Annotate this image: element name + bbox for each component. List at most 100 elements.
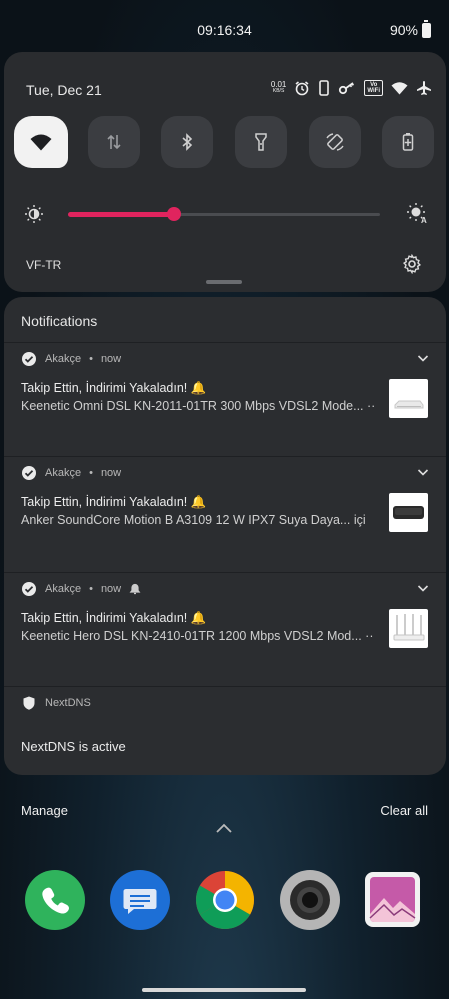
wifi-icon [30, 134, 52, 151]
brightness-slider-thumb[interactable] [167, 207, 181, 221]
tile-mobile-data[interactable] [88, 116, 140, 168]
more-dots: ·· [367, 399, 376, 413]
product-thumbnail-router [389, 609, 428, 648]
flashlight-icon [255, 133, 267, 151]
notification-akakce-1[interactable]: Akakçe • now Takip Ettin, İndirimi Yakal… [4, 343, 446, 456]
notification-title: Takip Ettin, İndirimi Yakaladın! 🔔 [21, 495, 207, 509]
vowifi-bottom: WiFi [367, 88, 380, 94]
router-image [394, 400, 424, 409]
messages-app-icon[interactable] [110, 870, 170, 930]
notification-akakce-2[interactable]: Akakçe • now Takip Ettin, İndirimi Yakal… [4, 457, 446, 572]
more-dots: ·· [365, 629, 374, 643]
expand-chevron-icon[interactable] [416, 581, 430, 595]
brightness-slider-fill [68, 212, 174, 217]
chrome-logo-icon [196, 871, 254, 929]
vibrate-phone-icon [319, 80, 330, 96]
mobile-data-icon [107, 134, 121, 150]
separator: • [89, 353, 93, 365]
check-circle-icon [22, 582, 36, 596]
battery-indicator: 90% [389, 19, 431, 38]
notification-body: Keenetic Hero DSL KN-2410-01TR 1200 Mbps… [21, 629, 362, 643]
notifications-header: Notifications [21, 313, 98, 329]
tile-flashlight[interactable] [235, 116, 287, 168]
tile-battery-saver[interactable] [382, 116, 434, 168]
alert-bell-icon [129, 583, 141, 595]
airplane-icon [417, 81, 431, 95]
brightness-row: A [24, 202, 428, 224]
product-thumbnail-router [389, 379, 428, 418]
notification-body: Anker SoundCore Motion B A3109 12 W IPX7… [21, 513, 351, 527]
separator: • [89, 583, 93, 595]
notification-title: NextDNS is active [21, 739, 126, 754]
gesture-navigation-bar[interactable] [142, 988, 306, 992]
check-circle-icon [22, 352, 36, 366]
notification-panel: Notifications Akakçe • now Takip Ettin, … [4, 297, 446, 775]
tile-bluetooth[interactable] [161, 116, 213, 168]
notification-text: Keenetic Hero DSL KN-2410-01TR 1200 Mbps… [21, 629, 377, 643]
status-bar: 09:16:34 90% [0, 0, 449, 52]
shield-icon [23, 696, 35, 710]
auto-brightness-icon[interactable]: A [406, 202, 428, 224]
notification-title: Takip Ettin, İndirimi Yakaladın! 🔔 [21, 381, 207, 395]
battery-percent: 90% [389, 22, 418, 38]
date-label: Tue, Dec 21 [26, 82, 102, 98]
phone-handset-icon [42, 887, 69, 914]
notification-time: now [100, 583, 122, 595]
notification-header: Akakçe • now [21, 581, 141, 597]
tile-wifi[interactable] [14, 116, 68, 168]
app-name: Akakçe [45, 353, 82, 365]
status-icons: 0.01 KB/S Vo WiFi [271, 80, 432, 96]
gallery-picture-icon [369, 877, 416, 922]
drag-handle[interactable] [206, 280, 242, 284]
auto-rotate-icon [326, 133, 344, 151]
manage-button[interactable]: Manage [21, 803, 68, 818]
message-bubble-icon [123, 889, 157, 914]
product-thumbnail-speaker [389, 493, 428, 532]
wifi-icon [391, 82, 408, 95]
separator: • [89, 467, 93, 479]
expand-chevron-icon[interactable] [416, 465, 430, 479]
network-speed-unit: KB/S [272, 88, 285, 94]
notification-akakce-3[interactable]: Akakçe • now Takip Ettin, İndirimi Yakal… [4, 573, 446, 686]
expand-chevron-icon[interactable] [416, 351, 430, 365]
app-name: Akakçe [45, 467, 82, 479]
notification-time: now [100, 353, 122, 365]
more-dots: içi [353, 513, 366, 527]
notification-body: Keenetic Omni DSL KN-2011-01TR 300 Mbps … [21, 399, 364, 413]
check-circle-icon [22, 466, 36, 480]
notification-title: Takip Ettin, İndirimi Yakaladın! 🔔 [21, 611, 207, 625]
chevron-up-icon[interactable] [214, 822, 234, 836]
camera-lens-icon [290, 880, 330, 920]
chrome-app-icon[interactable] [195, 870, 255, 930]
vowifi-icon: Vo WiFi [364, 80, 383, 96]
bluetooth-icon [182, 133, 193, 151]
speaker-image [393, 506, 424, 519]
router-image [393, 614, 425, 641]
svg-text:A: A [421, 216, 427, 224]
network-speed-value: 0.01 [270, 80, 287, 89]
clock: 09:16:34 [197, 22, 252, 38]
battery-saver-icon [402, 133, 414, 151]
vpn-key-icon [339, 82, 355, 95]
app-name: Akakçe [45, 583, 82, 595]
camera-app-icon[interactable] [280, 870, 340, 930]
notification-header: Akakçe • now [21, 351, 121, 367]
network-speed-icon: 0.01 KB/S [271, 81, 287, 95]
notification-nextdns[interactable]: NextDNS NextDNS is active [4, 687, 446, 775]
notification-text: Anker SoundCore Motion B A3109 12 W IPX7… [21, 513, 377, 527]
app-dock [0, 870, 449, 934]
phone-app-icon[interactable] [25, 870, 85, 930]
notification-header: Akakçe • now [21, 465, 121, 481]
clear-all-button[interactable]: Clear all [380, 803, 428, 818]
app-name: NextDNS [45, 697, 91, 709]
gallery-app-icon[interactable] [365, 872, 420, 927]
settings-gear-icon[interactable] [402, 254, 422, 274]
alarm-icon [295, 81, 309, 96]
carrier-label: VF-TR [26, 258, 62, 272]
notification-time: now [100, 467, 122, 479]
battery-icon [422, 19, 431, 38]
notification-text: Keenetic Omni DSL KN-2011-01TR 300 Mbps … [21, 399, 377, 413]
notification-header: NextDNS [21, 695, 91, 711]
brightness-low-icon [25, 205, 43, 223]
tile-auto-rotate[interactable] [309, 116, 361, 168]
